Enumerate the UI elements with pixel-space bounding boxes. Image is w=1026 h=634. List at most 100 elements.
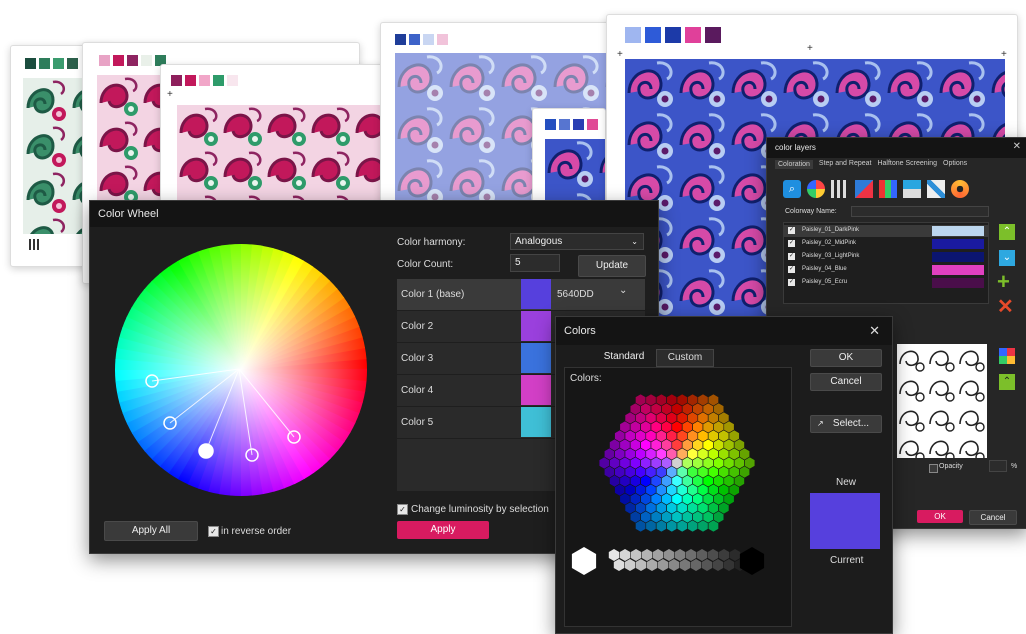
tab-step-and-repeat[interactable]: Step and Repeat <box>819 160 872 169</box>
chevron-down-icon[interactable]: ⌄ <box>619 285 627 296</box>
layer-color-swatch[interactable] <box>932 265 984 275</box>
gray-color-cell[interactable] <box>718 549 730 561</box>
luminosity-checkbox[interactable]: ✓ <box>397 504 408 515</box>
gray-color-cell[interactable] <box>630 549 642 561</box>
swatch-icon[interactable] <box>879 180 897 198</box>
gray-color-cell[interactable] <box>712 559 724 571</box>
move-down-button[interactable]: ⌄ <box>999 250 1015 266</box>
layer-row[interactable]: ✓ Paisley_04_Blue <box>784 264 988 276</box>
gray-color-cell[interactable] <box>608 549 620 561</box>
percent-label: % <box>1011 463 1018 470</box>
move-up-button[interactable]: ⌃ <box>999 224 1015 240</box>
color-harmony-label: Color harmony: <box>397 237 466 248</box>
gray-color-cell[interactable] <box>674 549 686 561</box>
cancel-button[interactable]: Cancel <box>969 510 1017 525</box>
layer-name: Paisley_04_Blue <box>802 266 847 272</box>
layer-checkbox[interactable]: ✓ <box>788 227 795 234</box>
gray-color-cell[interactable] <box>613 559 625 571</box>
gray-color-cell[interactable] <box>701 559 713 571</box>
color-row-swatch[interactable] <box>521 407 551 437</box>
colorway-name-input[interactable] <box>851 206 989 217</box>
edit-layer-icon[interactable] <box>855 180 873 198</box>
delete-icon[interactable]: ✕ <box>997 296 1014 318</box>
tab-coloration[interactable]: Coloration <box>775 160 813 169</box>
apply-all-button[interactable]: Apply All <box>104 521 198 541</box>
color-count-input[interactable]: 5 <box>510 254 560 272</box>
gray-color-cell[interactable] <box>679 559 691 571</box>
tab-options[interactable]: Options <box>943 160 967 169</box>
luminosity-label: Change luminosity by selection <box>411 504 549 515</box>
registration-mark: + <box>807 43 813 54</box>
grayscale-picker[interactable] <box>566 541 786 581</box>
swatch <box>113 55 124 66</box>
colors-dialog: Colors ✕ Standard Custom Colors: OK Canc… <box>555 316 893 634</box>
layer-row[interactable]: ✓ Paisley_03_LightPink <box>784 251 988 263</box>
cancel-button[interactable]: Cancel <box>810 373 882 391</box>
tab-standard[interactable]: Standard <box>594 349 654 367</box>
gray-color-cell[interactable] <box>723 559 735 571</box>
gray-color-cell[interactable] <box>685 549 697 561</box>
gray-color-cell[interactable] <box>690 559 702 571</box>
color-row[interactable]: Color 1 (base) 5640DD ⌄ <box>397 279 645 311</box>
gray-color-cell[interactable] <box>635 559 647 571</box>
brush-icon[interactable] <box>927 180 945 198</box>
update-button[interactable]: Update <box>578 255 646 277</box>
gray-color-cell[interactable] <box>646 559 658 571</box>
add-icon[interactable]: + <box>997 271 1010 293</box>
gray-color-cell[interactable] <box>657 559 669 571</box>
swatch <box>587 119 598 130</box>
color-row-swatch[interactable] <box>521 311 551 341</box>
color-hex-value[interactable]: 5640DD <box>557 289 594 300</box>
close-icon[interactable]: ✕ <box>869 323 880 339</box>
gray-color-cell[interactable] <box>668 559 680 571</box>
tab-custom[interactable]: Custom <box>656 349 714 367</box>
color-row-swatch[interactable] <box>521 279 551 309</box>
zoom-icon[interactable]: ⌕ <box>783 180 801 198</box>
close-icon[interactable]: ✕ <box>1013 141 1021 152</box>
gray-color-cell[interactable] <box>641 549 653 561</box>
colorway-swatches <box>171 75 238 86</box>
gray-color-cell[interactable] <box>619 549 631 561</box>
color-row-swatch[interactable] <box>521 343 551 373</box>
opacity-input[interactable] <box>989 460 1007 472</box>
color-wheel[interactable] <box>114 243 368 497</box>
gray-color-cell[interactable] <box>663 549 675 561</box>
layer-row[interactable]: ✓ Paisley_02_MidPink <box>784 238 988 250</box>
layer-color-swatch[interactable] <box>932 278 984 288</box>
layer-color-swatch[interactable] <box>932 239 984 249</box>
layer-color-swatch[interactable] <box>932 226 984 236</box>
layer-checkbox[interactable]: ✓ <box>788 253 795 260</box>
color-palette-icon[interactable] <box>807 180 825 198</box>
color-wheel-icon[interactable] <box>951 180 969 198</box>
tab-halftone-screening[interactable]: Halftone Screening <box>877 160 937 169</box>
gray-color-cell[interactable] <box>696 549 708 561</box>
grid-icon[interactable] <box>831 180 849 198</box>
gray-color-cell[interactable] <box>707 549 719 561</box>
gray-color-cell[interactable] <box>571 547 597 575</box>
select-button[interactable]: ↗ Select... <box>810 415 882 433</box>
pattern-card-blue-2 <box>532 108 606 210</box>
color-harmony-select[interactable]: Analogous ⌄ <box>510 233 644 250</box>
layer-row[interactable]: ✓ Paisley_01_DarkPink <box>784 225 988 237</box>
gray-color-cell[interactable] <box>624 559 636 571</box>
layer-color-swatch[interactable] <box>932 252 984 262</box>
swatch <box>625 27 641 43</box>
gray-color-cell[interactable] <box>739 547 765 575</box>
harmony-handle[interactable] <box>198 443 214 459</box>
layer-row[interactable]: ✓ Paisley_05_Ecru <box>784 277 988 289</box>
hex-color-cell[interactable] <box>744 456 756 470</box>
apply-button[interactable]: Apply <box>397 521 489 539</box>
layer-checkbox[interactable]: ✓ <box>788 266 795 273</box>
layer-checkbox[interactable]: ✓ <box>788 279 795 286</box>
reverse-order-checkbox[interactable]: ✓ <box>208 526 219 537</box>
swap-icon[interactable] <box>999 348 1015 364</box>
layer-checkbox[interactable]: ✓ <box>788 240 795 247</box>
color-row-swatch[interactable] <box>521 375 551 405</box>
gray-color-cell[interactable] <box>729 549 741 561</box>
ok-button[interactable]: OK <box>810 349 882 367</box>
gray-color-cell[interactable] <box>652 549 664 561</box>
collapse-icon[interactable]: ⌃ <box>999 374 1015 390</box>
layers-icon[interactable] <box>903 180 921 198</box>
opacity-checkbox[interactable] <box>929 464 938 473</box>
ok-button[interactable]: OK <box>917 510 963 523</box>
